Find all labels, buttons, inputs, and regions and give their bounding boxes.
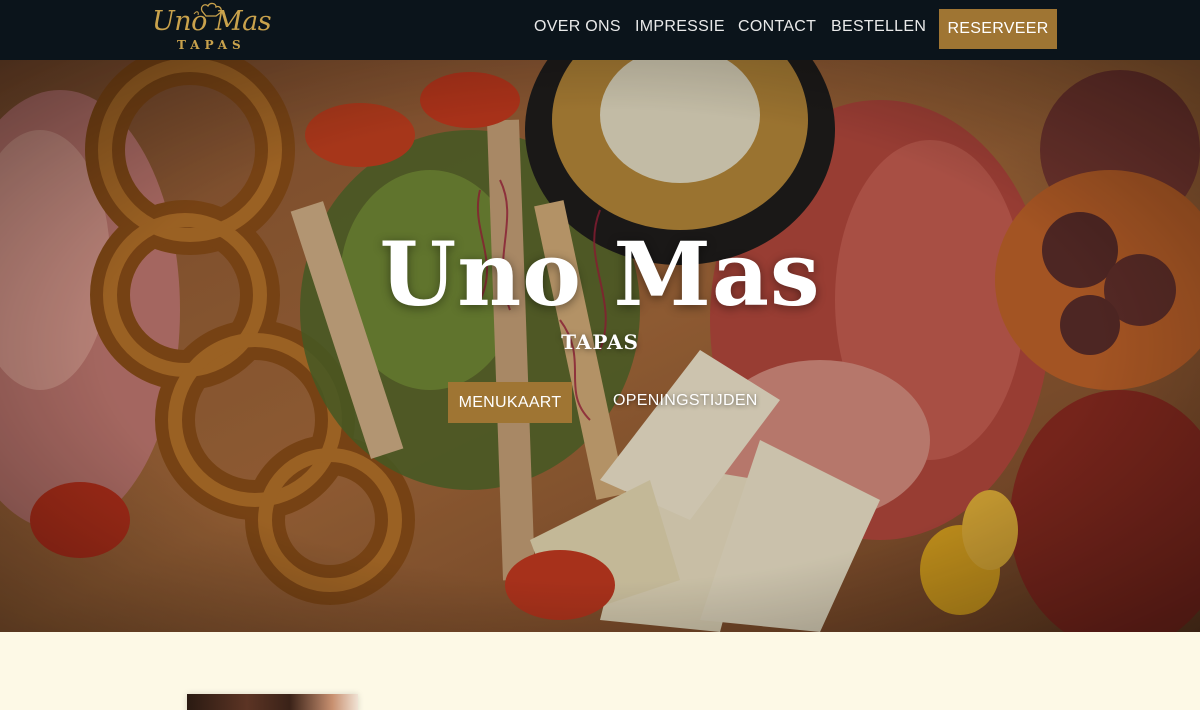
opening-hours-link[interactable]: OPENINGSTIJDEN	[613, 392, 758, 410]
hero-title: Uno Mas	[379, 222, 821, 326]
nav-item-bestellen[interactable]: BESTELLEN	[831, 18, 926, 36]
hero-subtitle: TAPAS	[561, 330, 639, 354]
nav-item-impressie[interactable]: IMPRESSIE	[635, 18, 725, 36]
top-navbar: Uno Mas TAPAS OVER ONS IMPRESSIE CONTACT…	[0, 0, 1200, 60]
brand-logo[interactable]: Uno Mas TAPAS	[150, 2, 272, 56]
about-photo	[187, 694, 358, 710]
logo-script-text: Uno Mas	[152, 6, 272, 37]
about-section	[0, 632, 1200, 710]
nav-item-over-ons[interactable]: OVER ONS	[534, 18, 621, 36]
nav-item-contact[interactable]: CONTACT	[738, 18, 816, 36]
logo-sub-text: TAPAS	[177, 38, 246, 52]
hero-section: Uno Mas TAPAS MENUKAART OPENINGSTIJDEN	[0, 60, 1200, 632]
reserve-button[interactable]: RESERVEER	[939, 9, 1057, 49]
menu-button[interactable]: MENUKAART	[448, 382, 572, 423]
